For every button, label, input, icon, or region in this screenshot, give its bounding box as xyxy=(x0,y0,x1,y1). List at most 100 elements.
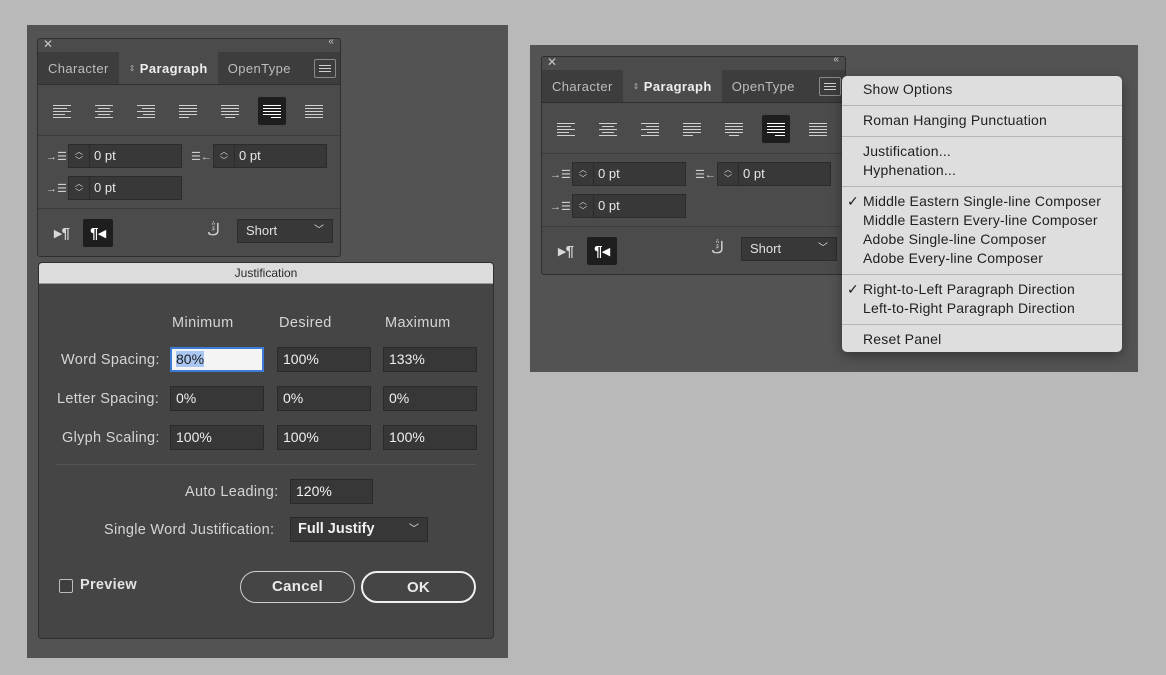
preview-label: Preview xyxy=(80,577,137,593)
kashida-icon: ﯓ xyxy=(207,222,221,239)
ltr-direction-icon[interactable]: ▸¶ xyxy=(551,237,581,265)
ltr-direction-icon[interactable]: ▸¶ xyxy=(47,219,77,247)
drag-arrows-icon: ⇕ xyxy=(632,82,640,91)
justify-last-left-icon[interactable] xyxy=(678,115,706,143)
word-spacing-min-input[interactable]: 80% xyxy=(170,347,264,372)
left-indent-field: →☰ ︿ ﹀ 0 pt xyxy=(550,162,686,186)
first-line-indent-field: →☰ ︿ ﹀ 0 pt xyxy=(46,176,182,200)
align-right-icon[interactable] xyxy=(636,115,664,143)
align-center-icon[interactable] xyxy=(90,97,118,125)
panel-tabs: Character ⇕ Paragraph OpenType xyxy=(38,52,340,85)
panel-menu-button[interactable] xyxy=(819,77,841,96)
align-center-icon[interactable] xyxy=(594,115,622,143)
kashida-value: Short xyxy=(750,241,782,256)
letter-spacing-min-input[interactable]: 0% xyxy=(170,386,264,411)
tab-paragraph[interactable]: ⇕ Paragraph xyxy=(622,70,722,102)
justify-last-center-icon[interactable] xyxy=(720,115,748,143)
word-spacing-min-value: 80% xyxy=(176,351,205,367)
preview-checkbox[interactable] xyxy=(59,579,73,593)
justify-last-right-icon[interactable] xyxy=(258,97,286,125)
letter-spacing-max-input[interactable]: 0% xyxy=(383,386,477,411)
right-indent-input[interactable]: 0 pt xyxy=(739,162,831,186)
menu-separator xyxy=(842,324,1122,325)
tab-character[interactable]: Character xyxy=(542,70,623,102)
first-line-indent-input[interactable]: 0 pt xyxy=(594,194,686,218)
column-maximum: Maximum xyxy=(385,315,451,331)
rtl-direction-icon[interactable]: ¶◂ xyxy=(83,219,113,247)
cancel-button[interactable]: Cancel xyxy=(240,571,355,603)
word-spacing-desired-input[interactable]: 100% xyxy=(277,347,371,372)
close-icon[interactable]: ✕ xyxy=(43,37,53,51)
first-line-indent-field: →☰ ︿ ﹀ 0 pt xyxy=(550,194,686,218)
divider xyxy=(56,464,476,465)
first-line-indent-icon: →☰ xyxy=(550,200,571,213)
first-line-indent-input[interactable]: 0 pt xyxy=(90,176,182,200)
menu-roman-hanging[interactable]: Roman Hanging Punctuation xyxy=(863,112,1047,128)
menu-rtl-direction[interactable]: Right-to-Left Paragraph Direction xyxy=(863,281,1075,297)
letter-spacing-label: Letter Spacing: xyxy=(57,391,160,407)
close-icon[interactable]: ✕ xyxy=(547,55,557,69)
word-spacing-max-input[interactable]: 133% xyxy=(383,347,477,372)
justify-last-center-icon[interactable] xyxy=(216,97,244,125)
menu-adobe-single-line[interactable]: Adobe Single-line Composer xyxy=(863,231,1046,247)
kashida-select[interactable]: Short ﹀ xyxy=(741,237,837,261)
glyph-scaling-min-input[interactable]: 100% xyxy=(170,425,264,450)
menu-separator xyxy=(842,274,1122,275)
left-indent-input[interactable]: 0 pt xyxy=(594,162,686,186)
align-left-icon[interactable] xyxy=(48,97,76,125)
justify-last-right-icon[interactable] xyxy=(762,115,790,143)
left-indent-stepper[interactable]: ︿ ﹀ xyxy=(572,162,594,186)
panel-menu-button[interactable] xyxy=(314,59,336,78)
kashida-value: Short xyxy=(246,223,278,238)
right-indent-stepper[interactable]: ︿ ﹀ xyxy=(717,162,739,186)
menu-adobe-every-line[interactable]: Adobe Every-line Composer xyxy=(863,250,1043,266)
tab-paragraph[interactable]: ⇕ Paragraph xyxy=(118,52,218,84)
single-word-select[interactable]: Full Justify ﹀ xyxy=(290,517,428,542)
right-indent-stepper[interactable]: ︿ ﹀ xyxy=(213,144,235,168)
collapse-icon[interactable]: ‹‹ xyxy=(833,54,839,65)
drag-arrows-icon: ⇕ xyxy=(128,64,136,73)
chevron-down-icon: ﹀ xyxy=(409,524,419,535)
dialog-title: Justification xyxy=(39,263,493,284)
auto-leading-input[interactable]: 120% xyxy=(290,479,373,504)
justify-all-icon[interactable] xyxy=(300,97,328,125)
tab-opentype[interactable]: OpenType xyxy=(722,70,805,102)
menu-show-options[interactable]: Show Options xyxy=(863,81,953,97)
menu-me-single-line[interactable]: Middle Eastern Single-line Composer xyxy=(863,193,1101,209)
left-indent-input[interactable]: 0 pt xyxy=(90,144,182,168)
menu-justification[interactable]: Justification... xyxy=(863,143,951,159)
menu-separator xyxy=(842,136,1122,137)
divider xyxy=(38,135,340,136)
menu-me-every-line[interactable]: Middle Eastern Every-line Composer xyxy=(863,212,1098,228)
single-word-value: Full Justify xyxy=(298,521,375,537)
letter-spacing-desired-input[interactable]: 0% xyxy=(277,386,371,411)
tab-character[interactable]: Character xyxy=(38,52,119,84)
menu-reset-panel[interactable]: Reset Panel xyxy=(863,331,941,347)
kashida-select[interactable]: Short ﹀ xyxy=(237,219,333,243)
menu-separator xyxy=(842,186,1122,187)
right-indent-input[interactable]: 0 pt xyxy=(235,144,327,168)
first-line-indent-icon: →☰ xyxy=(46,182,67,195)
justify-all-icon[interactable] xyxy=(804,115,832,143)
align-left-icon[interactable] xyxy=(552,115,580,143)
right-indent-icon: ☰← xyxy=(695,168,716,181)
justification-dialog: Justification Minimum Desired Maximum Wo… xyxy=(38,262,494,639)
glyph-scaling-max-input[interactable]: 100% xyxy=(383,425,477,450)
divider xyxy=(542,153,845,154)
glyph-scaling-desired-input[interactable]: 100% xyxy=(277,425,371,450)
ok-button[interactable]: OK xyxy=(361,571,476,603)
collapse-icon[interactable]: ‹‹ xyxy=(328,36,334,47)
tab-opentype[interactable]: OpenType xyxy=(218,52,301,84)
single-word-label: Single Word Justification: xyxy=(104,522,275,538)
tab-paragraph-label: Paragraph xyxy=(139,61,208,76)
menu-ltr-direction[interactable]: Left-to-Right Paragraph Direction xyxy=(863,300,1075,316)
menu-hyphenation[interactable]: Hyphenation... xyxy=(863,162,956,178)
justify-last-left-icon[interactable] xyxy=(174,97,202,125)
alignment-buttons xyxy=(48,97,342,125)
left-indent-field: →☰ ︿ ﹀ 0 pt xyxy=(46,144,182,168)
first-line-indent-stepper[interactable]: ︿ ﹀ xyxy=(68,176,90,200)
rtl-direction-icon[interactable]: ¶◂ xyxy=(587,237,617,265)
first-line-indent-stepper[interactable]: ︿ ﹀ xyxy=(572,194,594,218)
align-right-icon[interactable] xyxy=(132,97,160,125)
left-indent-stepper[interactable]: ︿ ﹀ xyxy=(68,144,90,168)
